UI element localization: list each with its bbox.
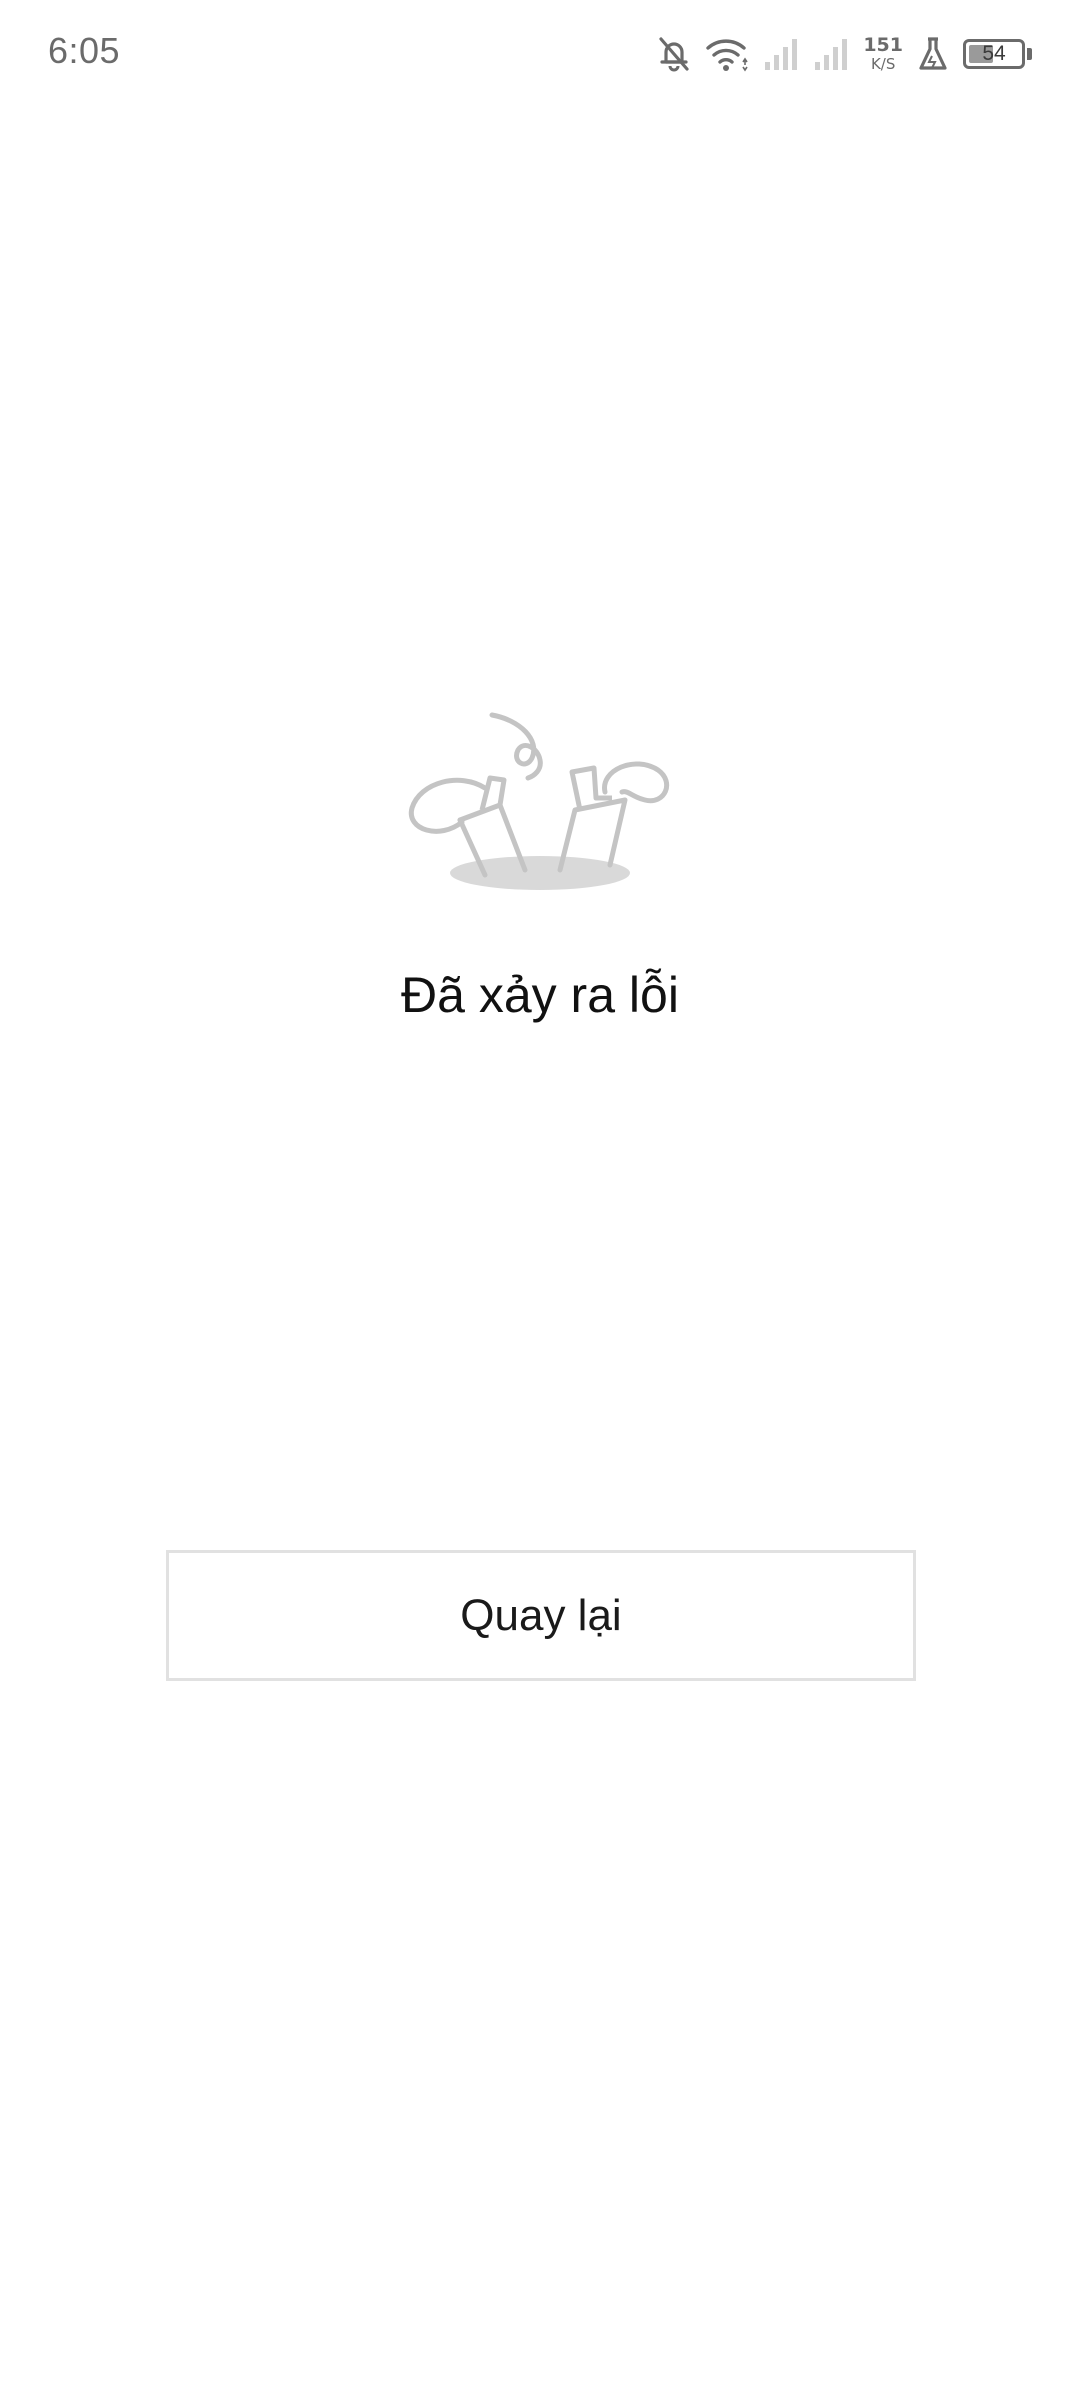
error-illustration xyxy=(400,700,680,900)
battery-level-text: 54 xyxy=(982,42,1006,65)
back-button[interactable]: Quay lại xyxy=(166,1550,916,1681)
error-title: Đã xảy ra lỗi xyxy=(401,967,679,1023)
network-speed: 151 K/S xyxy=(863,36,903,72)
bell-off-icon xyxy=(657,35,691,73)
status-bar: 6:05 151 K/S 54 xyxy=(0,0,1080,110)
flask-icon xyxy=(917,36,949,72)
status-time: 6:05 xyxy=(48,30,121,71)
status-icons: 151 K/S 54 xyxy=(657,28,1032,80)
battery-icon: 54 xyxy=(963,39,1032,69)
network-speed-value: 151 xyxy=(863,34,903,56)
signal-icon xyxy=(813,36,849,72)
network-speed-unit: K/S xyxy=(870,55,896,73)
battery-body: 54 xyxy=(963,39,1025,69)
battery-cap xyxy=(1027,48,1032,60)
signal-icon xyxy=(763,36,799,72)
wifi-icon xyxy=(705,35,749,73)
